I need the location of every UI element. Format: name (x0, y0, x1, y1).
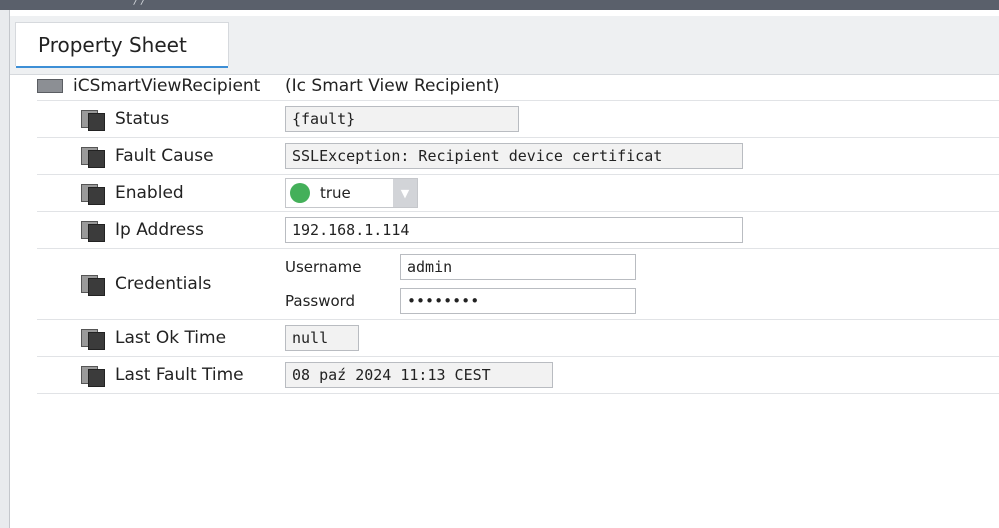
property-row-credentials: Credentials Username admin Password ••••… (37, 249, 999, 320)
property-label: Credentials (115, 274, 212, 294)
component-row[interactable]: iCSmartViewRecipient (Ic Smart View Reci… (37, 72, 999, 101)
property-label: Last Ok Time (115, 328, 227, 348)
slot-icon (79, 274, 105, 296)
breadcrumb: / / (134, 0, 145, 7)
last-ok-time-value: null (285, 325, 359, 351)
last-fault-time-value: 08 paź 2024 11:13 CEST (285, 362, 553, 388)
ip-address-input[interactable]: 192.168.1.114 (285, 217, 743, 243)
slot-icon (79, 328, 105, 350)
top-toolbar: / / (0, 0, 999, 10)
slot-icon (79, 183, 105, 205)
tab-strip: Property Sheet (10, 16, 999, 75)
tab-property-sheet[interactable]: Property Sheet (15, 22, 229, 68)
property-sheet-view: Property Sheet iCSmartViewRecipient (Ic … (9, 10, 999, 528)
property-label: Status (115, 109, 170, 129)
slot-icon (79, 220, 105, 242)
active-tab-indicator (16, 66, 228, 68)
tab-label: Property Sheet (38, 33, 187, 57)
slot-icon (79, 109, 105, 131)
property-label: Fault Cause (115, 146, 214, 166)
chevron-down-icon[interactable]: ▼ (393, 179, 417, 207)
property-row-ip-address: Ip Address 192.168.1.114 (37, 212, 999, 249)
property-row-last-ok-time: Last Ok Time null (37, 320, 999, 357)
password-label: Password (285, 292, 356, 310)
property-row-enabled: Enabled true ▼ (37, 175, 999, 212)
property-row-last-fault-time: Last Fault Time 08 paź 2024 11:13 CEST (37, 357, 999, 394)
component-type: (Ic Smart View Recipient) (285, 76, 500, 96)
component-name: iCSmartViewRecipient (73, 76, 261, 96)
password-input[interactable]: •••••••• (400, 288, 636, 314)
status-dot-icon (290, 183, 310, 203)
property-label: Ip Address (115, 220, 204, 240)
component-icon (37, 79, 63, 93)
enabled-dropdown[interactable]: true ▼ (285, 178, 418, 208)
slot-icon (79, 365, 105, 387)
username-input[interactable]: admin (400, 254, 636, 280)
property-row-status: Status {fault} (37, 101, 999, 138)
slot-icon (79, 146, 105, 168)
property-label: Last Fault Time (115, 365, 244, 385)
username-label: Username (285, 258, 362, 276)
enabled-value: true (320, 184, 351, 202)
property-label: Enabled (115, 183, 184, 203)
status-value: {fault} (285, 106, 519, 132)
property-row-fault-cause: Fault Cause SSLException: Recipient devi… (37, 138, 999, 175)
property-table: iCSmartViewRecipient (Ic Smart View Reci… (37, 72, 999, 394)
fault-cause-value: SSLException: Recipient device certifica… (285, 143, 743, 169)
